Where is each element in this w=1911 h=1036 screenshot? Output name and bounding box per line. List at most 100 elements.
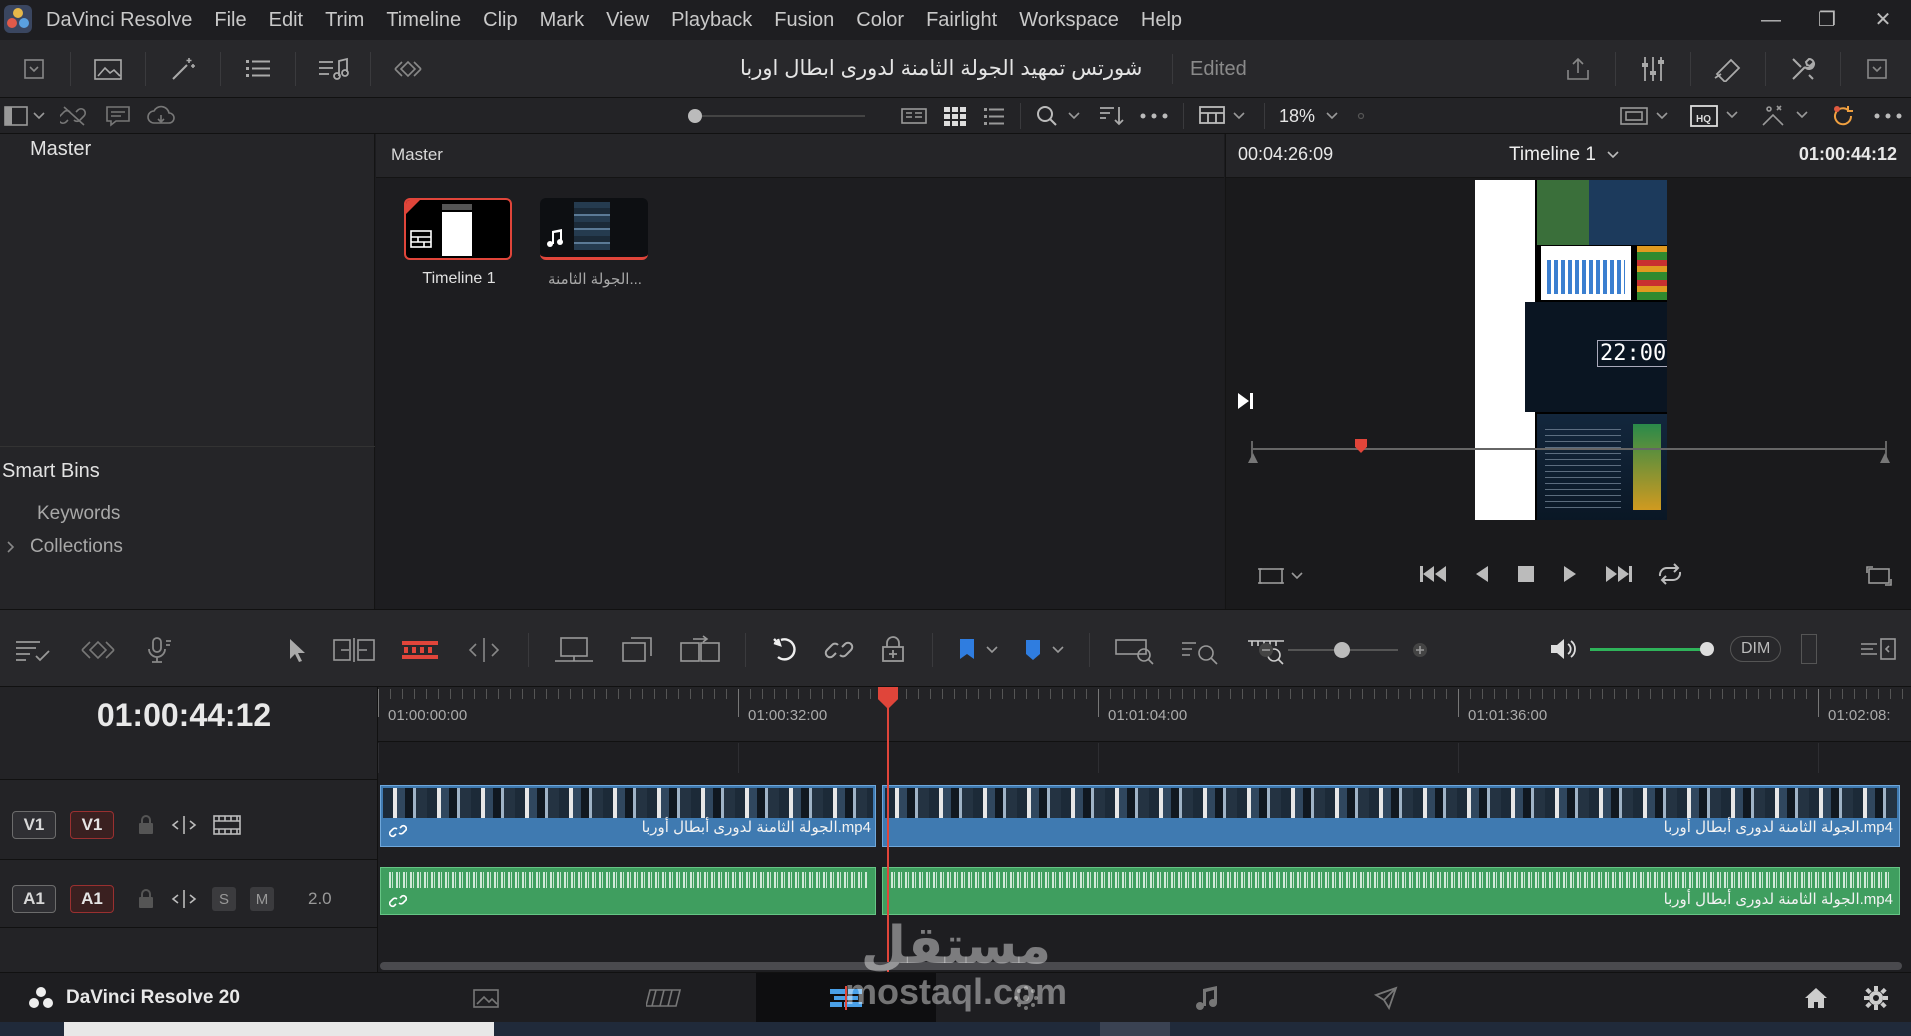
play-icon[interactable]	[1558, 562, 1582, 586]
blade-edit-icon[interactable]	[400, 636, 440, 664]
search-icon[interactable]	[1035, 104, 1083, 128]
sort-icon[interactable]	[1097, 104, 1125, 128]
page-cut-icon[interactable]	[576, 973, 756, 1023]
fullscreen-toggle-icon[interactable]	[1865, 564, 1893, 588]
smart-bin-keywords[interactable]: Keywords	[37, 503, 120, 525]
timeline-ruler[interactable]: 01:00:00:00 01:00:32:00 01:01:04:00 01:0…	[378, 687, 1911, 742]
transform-icon[interactable]	[1759, 103, 1815, 129]
page-edit-icon[interactable]	[756, 973, 936, 1023]
viewer-more-icon[interactable]	[1873, 112, 1903, 120]
timeline-selector[interactable]: Timeline 1	[1509, 144, 1620, 166]
linked-selection-icon[interactable]	[824, 635, 854, 665]
audio-source-button[interactable]: A1	[70, 885, 114, 913]
play-reverse-icon[interactable]	[1470, 562, 1494, 586]
mute-button[interactable]: M	[250, 887, 274, 911]
maximize-button[interactable]: ❐	[1799, 0, 1855, 40]
edit-index-icon[interactable]	[235, 58, 281, 80]
more-options-icon[interactable]	[1139, 112, 1169, 120]
flag-dropdown[interactable]	[957, 637, 999, 663]
menu-color[interactable]: Color	[856, 9, 904, 32]
smart-bin-collections[interactable]: Collections	[6, 536, 123, 558]
scrubber-playhead[interactable]	[1355, 439, 1367, 453]
media-clip-timeline[interactable]: Timeline 1	[404, 198, 514, 298]
voiceover-mic-icon[interactable]	[144, 635, 174, 665]
crop-icon[interactable]	[1256, 564, 1304, 588]
master-volume-slider[interactable]	[1590, 637, 1714, 661]
menu-file[interactable]: File	[214, 9, 246, 32]
menu-timeline[interactable]: Timeline	[386, 9, 461, 32]
replace-clip-icon[interactable]	[679, 635, 721, 665]
cloud-sync-icon[interactable]	[146, 104, 176, 128]
speaker-volume-icon[interactable]	[1548, 635, 1578, 663]
zoom-out-icon[interactable]	[1258, 642, 1274, 658]
menu-view[interactable]: View	[606, 9, 649, 32]
mixer-icon[interactable]	[1630, 55, 1676, 83]
home-icon[interactable]	[1803, 986, 1829, 1010]
thumbnail-size-slider[interactable]	[688, 109, 865, 123]
position-lock-icon[interactable]	[878, 635, 908, 665]
menu-workspace[interactable]: Workspace	[1019, 9, 1119, 32]
thumbnail-view-icon[interactable]	[942, 105, 968, 127]
media-clip-video[interactable]: الجولة الثامنة...	[540, 198, 650, 298]
go-to-last-frame-icon[interactable]	[1602, 562, 1634, 586]
chevron-right-icon[interactable]	[6, 540, 16, 554]
minimize-button[interactable]: —	[1743, 0, 1799, 40]
page-fairlight-icon[interactable]	[1116, 973, 1296, 1023]
video-clip[interactable]: الجولة الثامنة لدورى أبطال أوربا.mp4	[380, 785, 876, 847]
menu-fairlight[interactable]: Fairlight	[926, 9, 997, 32]
keyframe-diamond-icon[interactable]	[78, 637, 118, 663]
next-frame-marker-icon[interactable]	[1234, 390, 1256, 412]
stop-icon[interactable]	[1514, 562, 1538, 586]
page-deliver-icon[interactable]	[1296, 973, 1476, 1023]
menu-help[interactable]: Help	[1141, 9, 1182, 32]
sidebar-toggle-icon[interactable]	[4, 105, 46, 127]
timeline-panel-toggle-icon[interactable]	[1859, 636, 1897, 662]
panel-collapse-icon[interactable]	[1855, 58, 1899, 80]
timeline-zoom-slider[interactable]	[1288, 638, 1398, 662]
insert-clip-icon[interactable]	[553, 635, 595, 665]
audio-clip[interactable]	[380, 867, 876, 915]
selection-arrow-icon[interactable]	[284, 636, 308, 664]
auto-select-icon[interactable]	[170, 814, 198, 836]
auto-select-icon[interactable]	[170, 888, 198, 910]
zoom-detail-icon[interactable]	[1180, 635, 1222, 665]
video-source-button[interactable]: V1	[70, 811, 114, 839]
safe-area-icon[interactable]	[1619, 104, 1675, 128]
media-pool-breadcrumb[interactable]: Master	[391, 145, 443, 165]
page-media-icon[interactable]	[396, 973, 576, 1023]
slider-handle[interactable]	[1334, 642, 1350, 658]
quick-export-icon[interactable]	[1555, 56, 1601, 82]
video-clip[interactable]: الجولة الثامنة لدورى أبطال أوربا.mp4	[882, 785, 1900, 847]
page-fusion-icon[interactable]	[936, 973, 1116, 1023]
audio-destination-button[interactable]: A1	[12, 885, 56, 913]
close-window-button[interactable]: ✕	[1855, 0, 1911, 40]
zoom-in-icon[interactable]	[1412, 642, 1428, 658]
menu-trim[interactable]: Trim	[325, 9, 364, 32]
zoom-full-icon[interactable]	[1114, 635, 1156, 665]
metadata-icon[interactable]	[1705, 56, 1751, 82]
loop-sync-icon[interactable]	[1829, 103, 1859, 129]
track-lock-icon[interactable]	[136, 888, 156, 910]
menu-edit[interactable]: Edit	[269, 9, 303, 32]
unlink-icon[interactable]	[60, 104, 90, 128]
media-pool-icon[interactable]	[85, 56, 131, 82]
loop-icon[interactable]	[1654, 562, 1686, 586]
dim-button[interactable]: DIM	[1730, 636, 1782, 662]
inspector-diamond-icon[interactable]	[385, 58, 431, 80]
menu-app[interactable]: DaVinci Resolve	[46, 9, 192, 32]
go-to-first-frame-icon[interactable]	[1418, 562, 1450, 586]
viewer-layout-icon[interactable]	[1198, 104, 1250, 128]
timeline-tracks-area[interactable]: 01:00:00:00 01:00:32:00 01:01:04:00 01:0…	[378, 687, 1911, 972]
effects-icon[interactable]	[160, 55, 206, 83]
slider-handle[interactable]	[688, 109, 702, 123]
timeline-view-options-icon[interactable]	[14, 636, 52, 664]
timeline-playhead[interactable]	[878, 687, 898, 972]
captions-icon[interactable]	[104, 104, 132, 128]
master-bin[interactable]: Master	[30, 138, 91, 161]
trim-edit-icon[interactable]	[332, 636, 376, 664]
menu-mark[interactable]: Mark	[540, 9, 584, 32]
inspector-tools-icon[interactable]	[1780, 55, 1826, 83]
menu-playback[interactable]: Playback	[671, 9, 752, 32]
track-video-enable-icon[interactable]	[212, 814, 242, 836]
list-view-icon[interactable]	[982, 105, 1006, 127]
